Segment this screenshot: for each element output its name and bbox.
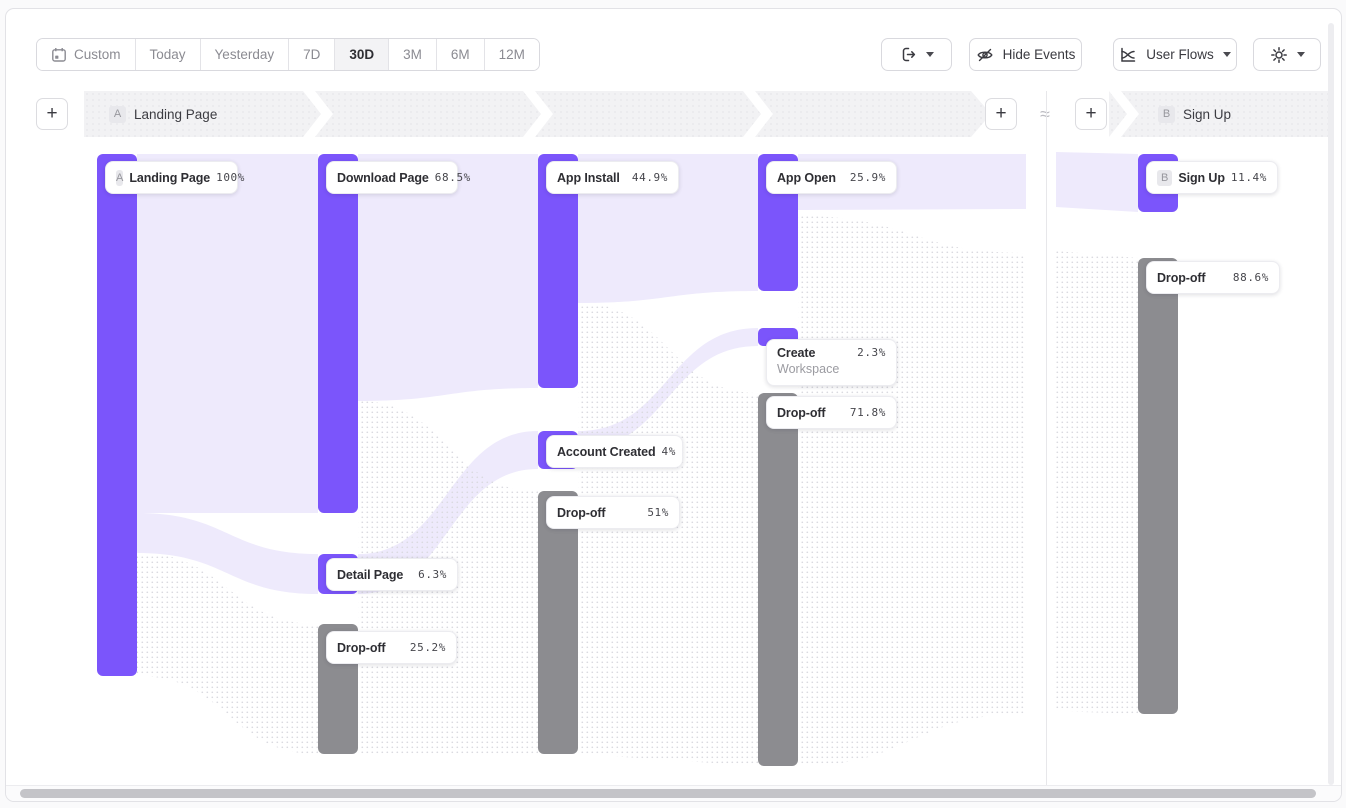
node-bar-dropoff-account[interactable] — [538, 491, 578, 754]
node-bar-dropoff-signup[interactable] — [1138, 258, 1178, 714]
node-label-dropoff-detail[interactable]: Drop-off 25.2% — [326, 631, 457, 664]
node-label-dropoff-signup[interactable]: Drop-off 88.6% — [1146, 261, 1280, 294]
node-label-app-open[interactable]: App Open 25.9% — [766, 161, 897, 194]
flow-appopen-dropout — [798, 216, 1026, 766]
node-bar-download-page[interactable] — [318, 154, 358, 513]
node-label-download-page[interactable]: Download Page 68.5% — [326, 161, 458, 194]
node-label-sign-up[interactable]: B Sign Up 11.4% — [1146, 161, 1278, 194]
flow-in-signup-dropoff — [1056, 251, 1138, 714]
node-label-create-workspace[interactable]: Create 2.3% Workspace — [766, 339, 897, 386]
node-label-app-install[interactable]: App Install 44.9% — [546, 161, 679, 194]
report-card: Custom Today Yesterday 7D 30D 3M 6M 12M … — [5, 8, 1342, 802]
node-label-account-created[interactable]: Account Created 4% — [546, 435, 683, 468]
node-label-detail-page[interactable]: Detail Page 6.3% — [326, 558, 458, 591]
user-flows-app: Custom Today Yesterday 7D 30D 3M 6M 12M … — [0, 0, 1346, 808]
node-label-landing-page[interactable]: A Landing Page 100% — [105, 161, 238, 194]
flow-in-signup — [1056, 152, 1138, 212]
step-b-chip: B — [1157, 170, 1172, 186]
flow-landing-download — [137, 154, 318, 513]
create-workspace-row: Create 2.3% — [777, 346, 886, 360]
node-bar-landing-page[interactable] — [97, 154, 137, 676]
flow-appinstall-dropoff — [578, 303, 758, 766]
node-bar-dropoff-appopen[interactable] — [758, 393, 798, 766]
step-a-chip: A — [116, 170, 123, 186]
node-label-dropoff-account[interactable]: Drop-off 51% — [546, 496, 680, 529]
node-label-dropoff-appopen[interactable]: Drop-off 71.8% — [766, 396, 897, 429]
